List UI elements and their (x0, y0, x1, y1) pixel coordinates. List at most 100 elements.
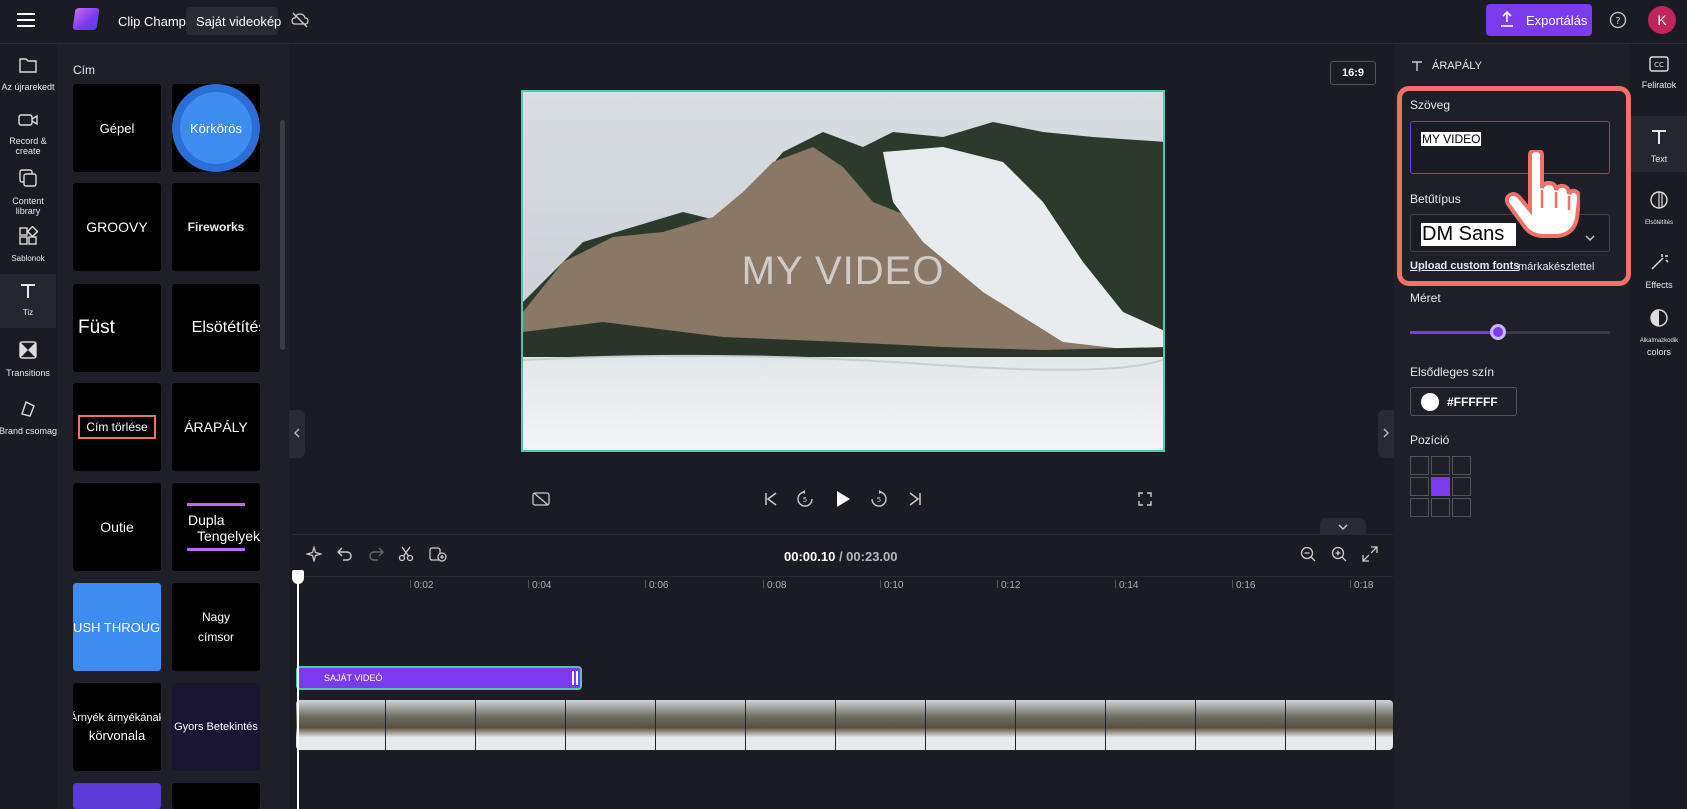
rail-item-fade[interactable]: Elsötétítés (1631, 190, 1687, 230)
skip-forward-icon[interactable] (904, 488, 926, 510)
template-tile[interactable]: Gépel (73, 84, 161, 172)
playhead[interactable] (297, 572, 299, 809)
aspect-ratio-button[interactable]: 16:9 (1330, 61, 1376, 85)
position-top-left[interactable] (1410, 456, 1429, 475)
fit-timeline-icon[interactable] (1360, 544, 1380, 564)
magic-icon[interactable] (304, 544, 324, 564)
template-tile[interactable]: PUSH THROUGH (73, 583, 161, 671)
svg-text:CC: CC (1654, 61, 1664, 69)
ruler-tick: 0:14 (1114, 580, 1139, 591)
template-tile[interactable]: GROOVY (73, 183, 161, 271)
help-icon[interactable]: ? (1608, 10, 1628, 30)
forward-5-icon[interactable]: 5 (868, 488, 890, 510)
rail-label-colors: colors (1646, 347, 1671, 357)
nav-item-templates[interactable]: Sablonok (0, 225, 56, 268)
template-tile[interactable]: Körkörös (172, 84, 260, 172)
playhead-handle[interactable] (292, 570, 304, 584)
hand-pointer-icon (1504, 150, 1580, 238)
ruler-tick: 0:10 (879, 580, 904, 591)
svg-text:5: 5 (877, 496, 881, 504)
redo-icon[interactable] (366, 544, 386, 564)
template-tile[interactable]: Füst (73, 284, 161, 372)
brand-name: Clip Champ (118, 14, 186, 29)
cut-icon[interactable] (396, 544, 416, 564)
color-swatch (1421, 392, 1439, 411)
export-label: Exportálás (1526, 12, 1588, 28)
nav-label-transitions: Transitions (6, 368, 50, 378)
template-tile[interactable]: Dupla Tengelyek (172, 483, 260, 571)
template-tile[interactable]: Cím törlése (73, 383, 161, 471)
brand-icon (18, 398, 38, 423)
template-tile[interactable]: Nagy címsor (172, 583, 260, 671)
camera-icon (18, 112, 38, 133)
library-icon (18, 168, 38, 193)
position-top-right[interactable] (1452, 456, 1471, 475)
nav-item-media[interactable]: Az újrarekedt (0, 56, 56, 100)
position-bottom-center[interactable] (1431, 498, 1450, 517)
position-top-center[interactable] (1431, 456, 1450, 475)
template-tile[interactable]: ÁRAPÁLY (172, 383, 260, 471)
skip-back-icon[interactable] (760, 488, 782, 510)
chevron-right-icon (1382, 425, 1390, 443)
expand-properties-button[interactable] (1378, 410, 1394, 458)
add-to-timeline-icon[interactable] (428, 544, 448, 564)
size-label: Méret (1410, 291, 1441, 305)
position-bottom-left[interactable] (1410, 498, 1429, 517)
adjust-colors-icon (1649, 308, 1669, 333)
nav-item-content-library[interactable]: Content library (0, 168, 56, 220)
template-tile[interactable]: Elsötétítés (172, 284, 260, 372)
timeline-ruler (292, 576, 1393, 577)
rail-label-captions: Feliratok (1641, 80, 1677, 90)
color-hex: #FFFFFF (1447, 394, 1498, 409)
nav-item-brand-kit[interactable]: Brand csomag (0, 398, 57, 440)
ruler-tick: 0:16 (1231, 580, 1256, 591)
panel-scrollbar[interactable] (280, 120, 285, 350)
rail-item-effects[interactable]: Effects (1631, 252, 1687, 292)
rail-item-captions[interactable]: CC Feliratok (1631, 56, 1687, 100)
zoom-in-icon[interactable] (1329, 544, 1349, 564)
zoom-out-icon[interactable] (1298, 544, 1318, 564)
fullscreen-icon[interactable] (1134, 488, 1156, 510)
export-button[interactable]: Exportálás (1486, 4, 1592, 36)
primary-color-label: Elsődleges szín (1410, 365, 1495, 379)
hide-preview-icon[interactable] (530, 488, 552, 510)
position-middle-left[interactable] (1410, 477, 1429, 496)
cloud-off-icon[interactable] (290, 10, 310, 30)
template-tile[interactable] (73, 783, 161, 809)
play-icon[interactable] (832, 488, 854, 510)
svg-text:5: 5 (803, 496, 807, 504)
template-tile[interactable]: Outie (73, 483, 161, 571)
undo-icon[interactable] (335, 544, 355, 564)
collapse-panel-button[interactable] (289, 410, 305, 458)
template-tile[interactable]: Árnyék árnyékának körvonala (73, 683, 161, 771)
ruler-tick: 0:08 (762, 580, 787, 591)
text-icon (1650, 128, 1668, 151)
size-slider-thumb[interactable] (1490, 324, 1506, 340)
project-title-input[interactable]: Saját videokép (186, 7, 281, 35)
video-clip[interactable] (296, 700, 1393, 750)
clip-trim-handle[interactable] (572, 671, 578, 685)
upload-icon (1500, 10, 1514, 30)
rewind-5-icon[interactable]: 5 (794, 488, 816, 510)
nav-item-text[interactable]: Tiz (0, 274, 56, 328)
text-icon (19, 282, 37, 305)
menu-icon[interactable] (16, 10, 36, 30)
template-tile[interactable]: Gyors Betekintés (172, 683, 260, 771)
ruler-tick: 0:06 (644, 580, 669, 591)
template-tile[interactable]: Fireworks (172, 183, 260, 271)
primary-color-button[interactable]: #FFFFFF (1410, 387, 1517, 416)
template-tile[interactable] (172, 783, 260, 809)
rail-item-adjust-colors[interactable]: Alkalmazkodik colors (1631, 308, 1687, 357)
chevron-left-icon (293, 425, 301, 443)
text-type-icon (1410, 59, 1424, 73)
nav-item-transitions[interactable]: Transitions (0, 340, 56, 382)
video-preview[interactable]: MY VIDEO (521, 90, 1165, 452)
avatar[interactable]: K (1648, 6, 1676, 34)
position-middle-center[interactable] (1431, 477, 1450, 496)
text-clip[interactable]: SAJÁT VIDEÓ (296, 666, 582, 690)
nav-item-record[interactable]: Record & create (0, 112, 56, 162)
preview-title-text[interactable]: MY VIDEO (523, 92, 1163, 450)
position-middle-right[interactable] (1452, 477, 1471, 496)
rail-item-text[interactable]: Text (1631, 116, 1687, 172)
position-bottom-right[interactable] (1452, 498, 1471, 517)
